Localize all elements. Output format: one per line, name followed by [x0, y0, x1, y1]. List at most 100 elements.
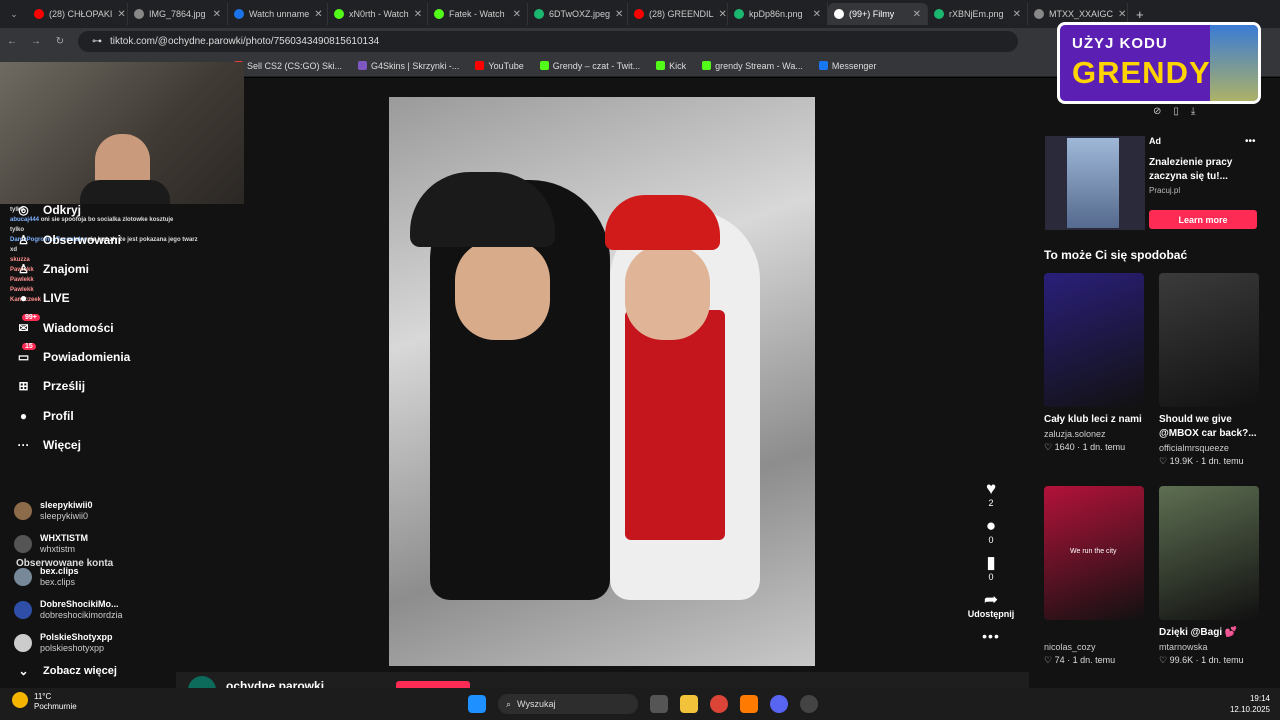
site-info-icon[interactable]: ⊶ [92, 36, 102, 47]
bookmark-item[interactable]: grendy Stream - Wa... [702, 61, 803, 71]
ad-card[interactable]: Ad ••• Znalezienie pracy zaczyna się tu!… [1045, 136, 1260, 231]
weather-text: Pochmurnie [34, 702, 77, 711]
browser-tab[interactable]: (99+) Filmy ✕ [828, 3, 928, 25]
system-clock[interactable]: 19:14 12.10.2025 [1230, 693, 1270, 715]
reload-icon[interactable]: ↻ [48, 36, 72, 47]
close-icon[interactable]: ✕ [1118, 9, 1126, 20]
learn-more-button[interactable]: Learn more [1149, 210, 1257, 229]
following-icon: ♙ [18, 232, 29, 247]
sidebar-item-więcej[interactable]: ··· Więcej [16, 437, 81, 452]
bookmark-item[interactable]: G4Skins | Skrzynki -... [358, 61, 459, 71]
sidebar-item-label: Znajomi [43, 261, 90, 276]
promo-artwork [1210, 25, 1258, 101]
account-handle: sleepykiwii0 [40, 511, 89, 521]
see-more-button[interactable]: ⌄ Zobacz więcej [16, 663, 117, 678]
avatar [14, 601, 32, 619]
video-author: mtarnowska [1159, 642, 1208, 652]
tab-title: 6DTwOXZ.jpeg [549, 9, 611, 19]
browser-tab[interactable]: Watch unname ✕ [228, 3, 328, 25]
taskbar-search[interactable]: ⌕ Wyszukaj [498, 694, 638, 714]
comment-button[interactable]: ● 0 [985, 516, 997, 546]
url-field[interactable]: ⊶ tiktok.com/@ochydne.parowki/photo/7560… [78, 31, 1018, 52]
bookmark-item[interactable]: Grendy – czat - Twit... [539, 61, 640, 71]
sidebar-item-wiadomości[interactable]: ✉ 99+ Wiadomości [16, 314, 114, 335]
obs-icon[interactable] [800, 695, 818, 713]
bookmark-item[interactable]: Kick [656, 61, 686, 71]
share-button[interactable]: ➦ Udostępnij [968, 591, 1015, 620]
back-icon[interactable]: ← [0, 36, 24, 47]
followed-account[interactable]: sleepykiwii0 sleepykiwii0 [14, 500, 93, 522]
clock-time: 19:14 [1249, 694, 1270, 703]
close-icon[interactable]: ✕ [913, 9, 921, 20]
bookmark-item[interactable]: Sell CS2 (CS:GO) Ski... [234, 61, 342, 71]
new-tab-button[interactable]: + [1136, 7, 1144, 22]
close-icon[interactable]: ✕ [513, 9, 521, 20]
recommended-video-card[interactable]: Cały klub leci z nami zaluzja.solonez ♡ 16… [1044, 273, 1144, 453]
sidebar-item-live[interactable]: ● LIVE [16, 290, 70, 305]
followed-account[interactable]: DobreShocikiMo... dobreshocikimordzia [14, 599, 123, 621]
close-icon[interactable]: ✕ [117, 9, 125, 20]
comment-icon: ● [985, 516, 997, 535]
author-strip: ochydne.parowki [176, 672, 1029, 704]
close-icon[interactable]: ✕ [719, 9, 727, 20]
close-icon[interactable]: ✕ [813, 9, 821, 20]
close-icon[interactable]: ✕ [213, 9, 221, 20]
followed-account[interactable]: WHXTISTM whxtistm [14, 533, 88, 555]
followed-account[interactable]: PolskieShotyxpp polskieshotyxpp [14, 632, 113, 654]
task-view-icon[interactable] [650, 695, 668, 713]
bookmark-favicon-icon [539, 61, 549, 70]
recommended-video-card[interactable]: Should we give @MBOX car back?... officia… [1159, 273, 1259, 467]
followed-account[interactable]: bex.clips bex.clips [14, 566, 79, 588]
save-button[interactable]: ▮ 0 [986, 554, 995, 583]
device-icon[interactable]: ▯ [1173, 106, 1179, 117]
embed-icon[interactable]: ⊘ [1153, 106, 1161, 117]
sidebar-item-powiadomienia[interactable]: ▭ 15 Powiadomienia [16, 343, 130, 364]
ad-menu-icon[interactable]: ••• [1245, 136, 1256, 147]
tab-search-icon[interactable]: ⌄ [0, 9, 28, 20]
promo-line1: UŻYJ KODU [1072, 35, 1168, 52]
browser-tab[interactable]: (28) CHŁOPAKI ✕ [28, 3, 128, 25]
browser-tab[interactable]: xN0rth - Watch ✕ [328, 3, 428, 25]
comment-count: 0 [988, 535, 994, 545]
browser-tab[interactable]: Fatek - Watch ✕ [428, 3, 528, 25]
video-thumbnail [1159, 486, 1259, 620]
browser-tab[interactable]: rXBNjEm.png ✕ [928, 3, 1028, 25]
app-icon[interactable] [740, 695, 758, 713]
browser-tab[interactable]: kpDp86n.png ✕ [728, 3, 828, 25]
sidebar-item-prześlij[interactable]: ⊞ Prześlij [16, 378, 85, 393]
sidebar-item-odkryj[interactable]: ◎ Odkryj [16, 202, 81, 217]
sidebar-item-obserwowani[interactable]: ♙ Obserwowani [16, 232, 121, 247]
discord-icon[interactable] [770, 695, 788, 713]
tab-title: MTXX_XXAIGC [1049, 9, 1114, 19]
promo-banner: UŻYJ KODU GRENDY [1057, 22, 1261, 104]
more-options-icon[interactable]: ••• [982, 628, 1000, 644]
sidebar-item-label: Obserwowani [43, 232, 122, 247]
tab-favicon-icon [734, 9, 744, 19]
close-icon[interactable]: ✕ [414, 9, 422, 20]
start-icon[interactable] [468, 695, 486, 713]
close-icon[interactable]: ✕ [1013, 9, 1021, 20]
forward-icon[interactable]: → [24, 36, 48, 47]
recommended-video-card[interactable]: Dzięki @Bagi 💕 mtarnowska ♡ 99.6K · 1 dn. … [1159, 486, 1259, 666]
streamer-shirt [80, 180, 170, 204]
bookmark-item[interactable]: Messenger [818, 61, 876, 71]
recommended-video-card[interactable]: We run the city nicolas_cozy ♡ 74 · 1 dn. … [1044, 486, 1144, 666]
tab-title: Fatek - Watch [449, 9, 505, 19]
browser-tab[interactable]: 6DTwOXZ.jpeg ✕ [528, 3, 628, 25]
close-icon[interactable]: ✕ [615, 9, 623, 20]
tab-title: (28) CHŁOPAKI [49, 9, 113, 19]
like-button[interactable]: ♥ 2 [986, 480, 996, 509]
chrome-icon[interactable] [710, 695, 728, 713]
bookmark-item[interactable]: YouTube [475, 61, 524, 71]
browser-tab[interactable]: (28) GREENDIL ✕ [628, 3, 728, 25]
video-meta: ♡ 19.9K · 1 dn. temu [1159, 456, 1244, 466]
video-title: Dzięki @Bagi 💕 [1159, 627, 1238, 638]
sidebar-item-znajomi[interactable]: ♙ Znajomi [16, 261, 89, 276]
browser-tab[interactable]: IMG_7864.jpg ✕ [128, 3, 228, 25]
url-text: tiktok.com/@ochydne.parowki/photo/756034… [110, 36, 380, 47]
download-icon[interactable]: ⤓ [1191, 106, 1195, 117]
sidebar-item-profil[interactable]: ● Profil [16, 408, 74, 423]
weather-widget[interactable]: 11°C Pochmurnie [12, 692, 77, 712]
file-explorer-icon[interactable] [680, 695, 698, 713]
close-icon[interactable]: ✕ [314, 9, 322, 20]
